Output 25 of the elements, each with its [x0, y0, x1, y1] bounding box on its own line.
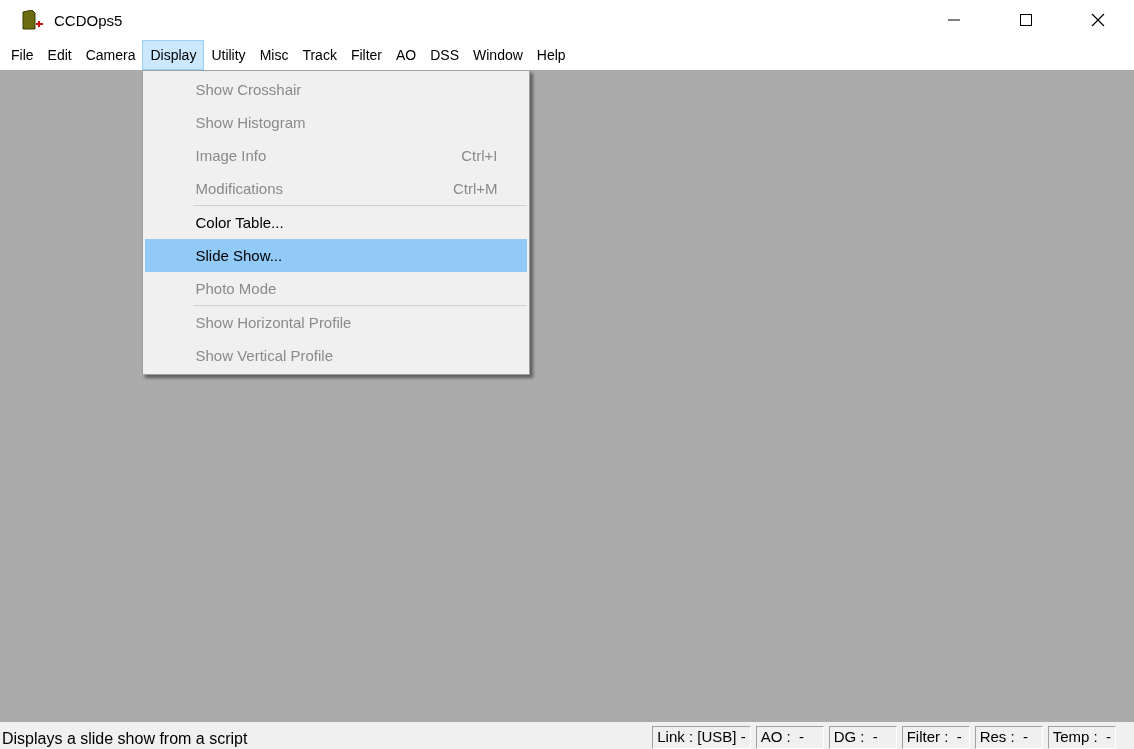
- menu-item[interactable]: Window: [466, 40, 530, 70]
- status-pane: AO : -: [755, 726, 824, 749]
- menu-item[interactable]: Utility: [204, 40, 253, 70]
- menu-item[interactable]: Track: [295, 40, 344, 70]
- menu-item[interactable]: DSS: [423, 40, 467, 70]
- menu-item[interactable]: Help: [529, 40, 573, 70]
- status-pane: Filter : -: [901, 726, 970, 749]
- menu-item[interactable]: Camera: [78, 40, 143, 70]
- status-pane: DG : -: [828, 726, 897, 749]
- menu-item[interactable]: Filter: [343, 40, 389, 70]
- close-icon[interactable]: [1091, 13, 1105, 27]
- menu-entry[interactable]: Color Table...: [145, 206, 528, 239]
- status-pane: Temp : -: [1047, 726, 1116, 749]
- status-message: Displays a slide show from a script: [1, 729, 248, 749]
- app-icon: [22, 10, 44, 30]
- menu-entry[interactable]: Slide Show...: [145, 239, 528, 272]
- menu-item[interactable]: File: [4, 40, 41, 70]
- status-pane: Link : [USB] -: [652, 726, 751, 749]
- window-title: CCDOps5: [54, 11, 123, 29]
- menu-item[interactable]: Misc: [252, 40, 296, 70]
- menu-item[interactable]: Edit: [40, 40, 79, 70]
- maximize-icon[interactable]: [1019, 13, 1033, 27]
- status-pane: Res : -: [974, 726, 1043, 749]
- menu-item[interactable]: AO: [389, 40, 424, 70]
- menu-item[interactable]: Display: [142, 40, 205, 70]
